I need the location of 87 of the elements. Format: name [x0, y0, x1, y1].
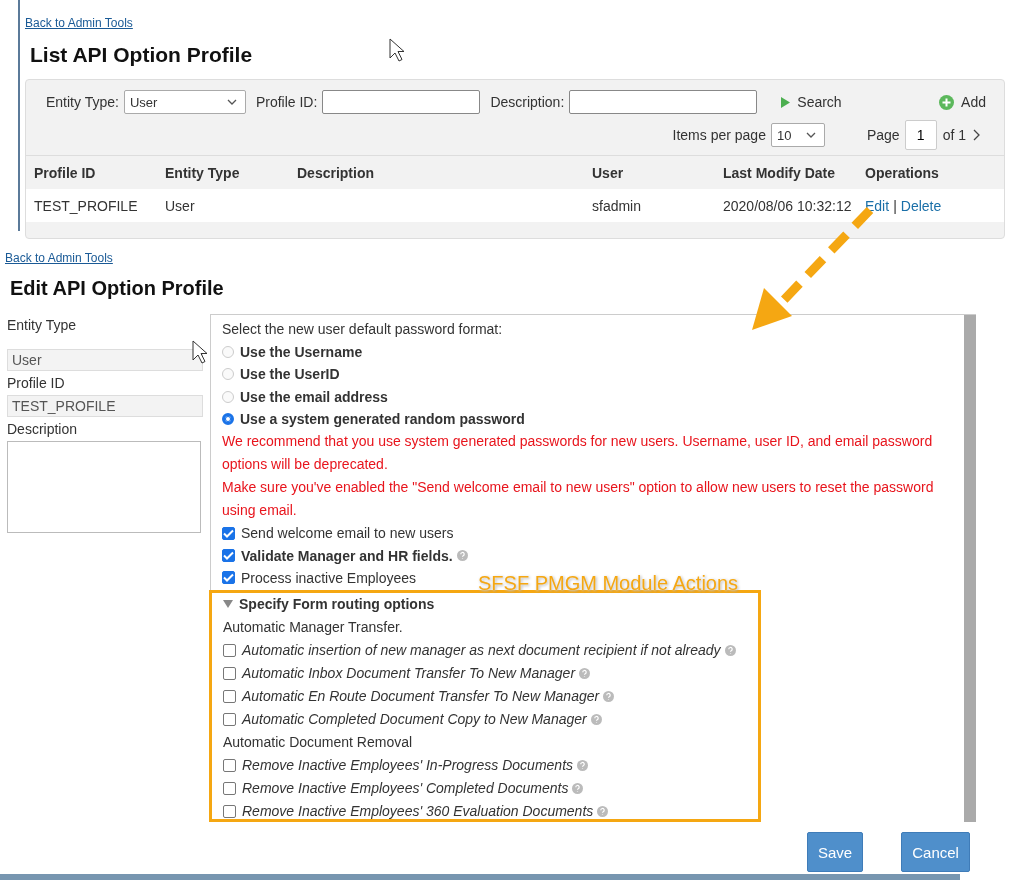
checkbox-label: Automatic Completed Document Copy to New Manager	[242, 711, 587, 728]
checkbox-label: Automatic En Route Document Transfer To New Manager	[242, 688, 600, 705]
separator: |	[893, 197, 897, 214]
radio-label: Use the Username	[240, 344, 363, 361]
warning-text: Make sure you've enabled the "Send welcome email to new users" option to allow new users to reset the password using email.	[222, 478, 935, 521]
callout-label: SFSF PMGM Module Actions	[478, 572, 739, 595]
play-triangle-icon	[781, 96, 791, 108]
help-icon[interactable]	[456, 550, 468, 562]
items-per-page-select[interactable]: 10	[770, 123, 825, 147]
group-heading: Automatic Manager Transfer.	[223, 617, 403, 637]
warning-text: We recommend that you use system generated passwords for new users. Username, user ID, and email password options will be deprecated.	[222, 432, 934, 475]
checkbox[interactable]	[222, 526, 235, 540]
help-icon[interactable]	[572, 782, 584, 794]
add-button[interactable]: Add	[939, 94, 986, 110]
operation-link[interactable]: Delete	[900, 197, 942, 214]
mouse-cursor-icon	[192, 340, 208, 364]
column-header: Entity Type	[165, 164, 241, 181]
filter-label: Entity Type:	[46, 94, 119, 110]
items-per-page-label: Items per page	[672, 127, 766, 143]
checkbox-label: Send welcome email to new users	[241, 525, 454, 542]
radio-label: Use the UserID	[240, 366, 340, 383]
field-label: Description	[7, 420, 79, 439]
mouse-cursor-icon	[389, 38, 405, 62]
filter-label: Description:	[490, 94, 565, 110]
checkbox[interactable]	[222, 571, 235, 585]
scrollbar[interactable]	[964, 315, 976, 822]
radio-button[interactable]	[222, 368, 234, 381]
help-icon[interactable]	[724, 644, 736, 656]
radio-button[interactable]	[222, 413, 234, 425]
page-label: Page	[866, 127, 900, 143]
page-title: List API Option Profile	[30, 43, 253, 67]
field-label: Profile ID	[7, 374, 66, 393]
column-header: Profile ID	[34, 164, 97, 181]
help-icon[interactable]	[590, 713, 602, 725]
checkbox[interactable]	[223, 712, 236, 726]
checkbox[interactable]	[223, 781, 236, 795]
column-header: Description	[297, 164, 375, 181]
checkbox[interactable]	[223, 758, 236, 772]
table-cell-text: TEST_PROFILE	[34, 197, 139, 214]
checkbox[interactable]	[223, 689, 236, 703]
plus-circle-icon	[939, 94, 955, 110]
checkbox-label: Automatic Inbox Document Transfer To New Manager	[242, 665, 576, 682]
page-count: of 1	[942, 127, 966, 143]
table-cell-text: sfadmin	[592, 197, 643, 214]
filter-label: Profile ID:	[255, 94, 318, 110]
help-icon[interactable]	[603, 690, 615, 702]
page-title: Edit API Option Profile	[10, 277, 224, 300]
help-icon[interactable]	[597, 805, 609, 817]
entity-type-select[interactable]: User	[123, 90, 246, 114]
search-button[interactable]: Search	[781, 94, 842, 110]
field-label: Entity Type	[7, 316, 77, 335]
radio-button[interactable]	[222, 346, 234, 359]
checkbox-label: Remove Inactive Employees' Completed Documents	[242, 780, 569, 797]
checkbox-label: Automatic insertion of new manager as next document recipient if not already	[242, 642, 721, 659]
profile-id-field[interactable]	[322, 90, 481, 114]
checkbox-label: Remove Inactive Employees' In-Progress Documents	[242, 757, 574, 774]
column-header: User	[592, 164, 625, 181]
column-header: Last Modify Date	[723, 164, 836, 181]
help-icon[interactable]	[577, 759, 589, 771]
readonly-field[interactable]: TEST_PROFILE	[7, 395, 203, 417]
help-icon[interactable]	[579, 667, 591, 679]
checkbox-label: Validate Manager and HR fields.	[241, 547, 453, 564]
prompt-text: Select the new user default password format:	[222, 320, 503, 339]
radio-button[interactable]	[222, 390, 234, 403]
chevron-down-icon	[805, 132, 816, 138]
section-title: Specify Form routing options	[239, 596, 435, 613]
checkbox-label: Process inactive Employees	[241, 569, 417, 586]
group-heading: Automatic Document Removal	[223, 732, 413, 752]
table-cell-text: User	[165, 197, 196, 214]
table-cell-text: 2020/08/06 10:32:12	[723, 197, 853, 214]
back-link[interactable]: Back to Admin Tools	[5, 251, 113, 265]
checkbox[interactable]	[223, 643, 236, 657]
checkbox-label: Remove Inactive Employees' 360 Evaluation Documents	[242, 803, 594, 820]
checkbox[interactable]	[223, 666, 236, 680]
radio-label: Use a system generated random password	[240, 411, 525, 427]
readonly-field[interactable]: User	[7, 349, 203, 371]
description-field[interactable]	[569, 90, 758, 114]
column-header: Operations	[865, 164, 940, 181]
description-textarea[interactable]	[7, 441, 201, 533]
radio-label: Use the email address	[240, 388, 388, 405]
expand-triangle-icon[interactable]	[223, 600, 233, 609]
chevron-down-icon	[226, 99, 237, 105]
checkbox[interactable]	[222, 549, 235, 563]
checkbox[interactable]	[223, 804, 236, 818]
chevron-right-icon[interactable]	[973, 129, 980, 141]
back-link[interactable]: Back to Admin Tools	[25, 16, 133, 30]
page-field[interactable]: 1	[904, 120, 937, 150]
